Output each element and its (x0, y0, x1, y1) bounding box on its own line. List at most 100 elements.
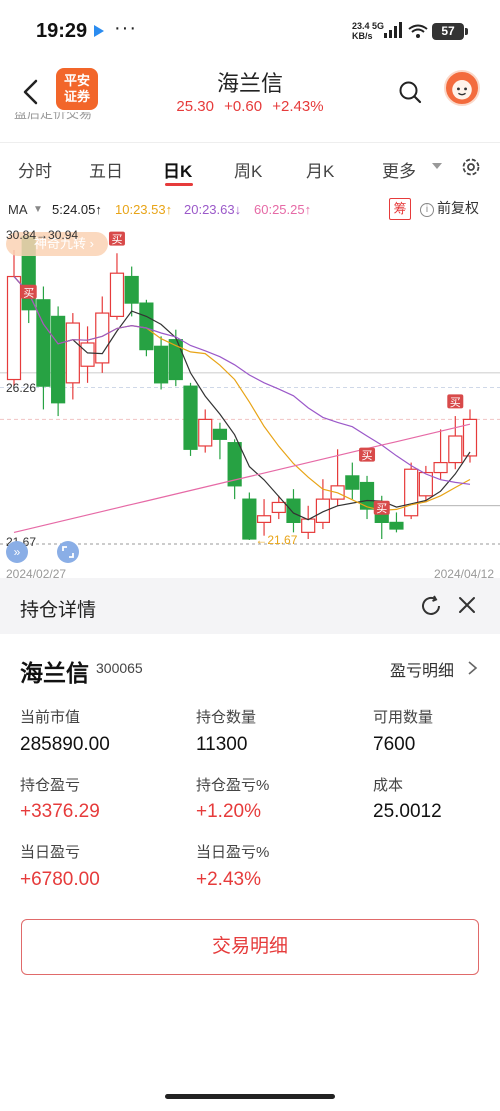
ma20-line (13, 276, 471, 485)
more-notifications-icon: ··· (114, 17, 137, 39)
metric-value-position-pnl: +3376.29 (20, 801, 100, 822)
ma-dropdown-icon[interactable]: ▼ (33, 204, 43, 215)
metric-label-position-pnl: 持仓盈亏 (20, 777, 81, 794)
buy-marker-label: 买 (23, 286, 34, 299)
holding-stock-code: 300065 (96, 660, 143, 676)
date-left-label: 2024/02/27 (6, 567, 66, 578)
metric-value-available: 7600 (373, 734, 416, 755)
buy-marker-label: 买 (376, 502, 387, 515)
metric-value-market-value: 285890.00 (20, 734, 110, 755)
candle-body (315, 498, 331, 523)
candle-body (271, 501, 286, 514)
tab-monthly-k[interactable]: 月K (306, 157, 334, 182)
candle-body (404, 468, 419, 517)
close-icon[interactable] (456, 594, 478, 616)
metric-label-position-pnl-pct: 持仓盈亏% (196, 777, 270, 794)
candle-body (242, 498, 257, 540)
home-indicator[interactable] (165, 1094, 335, 1099)
candle-body (80, 342, 95, 367)
holdings-title: 持仓详情 (20, 600, 97, 621)
status-time: 19:29 (36, 20, 88, 42)
ma60-line (13, 423, 471, 533)
candle-body (124, 275, 139, 304)
adjust-mode-label: 前复权 (437, 200, 479, 216)
metric-label-available: 可用数量 (373, 709, 434, 726)
candle-body (153, 345, 169, 384)
adjust-mode-button[interactable]: i 前复权 (420, 198, 479, 218)
chevron-right-icon[interactable] (467, 660, 478, 676)
candle-body (51, 315, 66, 404)
net-speed-value: 23.4 (352, 21, 370, 31)
signal-icon (384, 22, 404, 38)
dropdown-arrow-icon[interactable] (432, 163, 442, 169)
ma10-value: 10:23.53↑ (115, 202, 173, 217)
candle-body (433, 461, 448, 474)
metric-value-daily-pnl-pct: +2.43% (196, 869, 261, 890)
partial-notice: 盘后定价交易 (14, 112, 93, 121)
ma-label[interactable]: MA (8, 202, 28, 217)
metric-label-quantity: 持仓数量 (196, 709, 257, 726)
holding-stock-row: 海兰信 300065 盈亏明细 (0, 634, 500, 700)
buy-marker-label: 买 (362, 449, 373, 462)
period-tabs: 分时 五日 日K 周K 月K 更多 (0, 142, 500, 190)
candle-body (6, 275, 22, 381)
kline-svg: 买买买买买←21.672024/02/27 2024/04/12 (0, 231, 500, 578)
candle-body (183, 385, 198, 450)
candle-body (109, 272, 125, 317)
candle-body (139, 302, 154, 351)
wifi-icon (408, 24, 428, 38)
holdings-header: 持仓详情 (0, 578, 500, 634)
metric-value-daily-pnl: +6780.00 (20, 869, 100, 890)
tab-more[interactable]: 更多 (382, 157, 416, 182)
tab-daily-k[interactable]: 日K (163, 157, 192, 182)
date-right-label: 2024/04/12 (434, 567, 494, 578)
info-icon: i (420, 203, 434, 217)
candle-body (65, 322, 80, 384)
metric-value-position-pnl-pct: +1.20% (196, 801, 261, 822)
net-type: 5G (372, 21, 385, 31)
battery-icon: 57 (432, 23, 464, 40)
refresh-icon[interactable] (419, 594, 443, 618)
chip-distribution-button[interactable]: 筹 (389, 198, 411, 220)
candle-body (345, 475, 360, 490)
high-price-label: 30.84→30.94 (6, 228, 79, 242)
ma60-value: 60:25.25↑ (254, 202, 312, 217)
metric-value-quantity: 11300 (196, 734, 248, 755)
pnl-detail-link[interactable]: 盈亏明细 (390, 657, 454, 681)
candle-body (448, 435, 463, 464)
candle-body (286, 498, 301, 523)
network-speed: 23.4 5G KB/s (352, 21, 384, 41)
holding-stock-name: 海兰信 (20, 660, 89, 686)
play-store-icon (94, 25, 104, 37)
metric-value-cost: 25.0012 (373, 801, 442, 822)
status-bar: 19:29 ··· 23.4 5G KB/s 57 (0, 0, 500, 62)
search-icon[interactable] (398, 80, 422, 104)
tab-five-day[interactable]: 五日 (89, 157, 123, 182)
candle-body (198, 418, 213, 447)
quote-change-pct: +2.43% (272, 98, 324, 115)
candle-body (36, 299, 51, 387)
expand-icon[interactable] (57, 541, 79, 563)
candle-body (212, 428, 228, 440)
ma20-value: 20:23.63↓ (184, 202, 242, 217)
trade-detail-button[interactable]: 交易明细 (21, 919, 479, 975)
ma5-line (13, 276, 471, 521)
avatar[interactable] (444, 70, 480, 106)
gear-icon[interactable] (460, 156, 482, 178)
quote-change: +0.60 (224, 98, 263, 115)
kline-chart[interactable]: 买买买买买 ←21.67 2024/02/27 2024/04/12 (0, 222, 500, 578)
candle-body (301, 518, 316, 533)
metric-label-daily-pnl-pct: 当日盈亏% (196, 844, 270, 861)
candle-body (256, 515, 272, 523)
fast-forward-icon[interactable]: » (6, 541, 28, 563)
stock-title: 海兰信 (216, 71, 283, 96)
stock-header: 平安 证券 海兰信 25.30 +0.60 +2.43% (0, 62, 500, 118)
active-tab-underline (165, 183, 193, 186)
metric-label-daily-pnl: 当日盈亏 (20, 844, 81, 861)
buy-marker-label: 买 (111, 233, 122, 246)
buy-marker-label: 买 (450, 396, 461, 409)
mid-price-label: 26.26 (6, 381, 37, 395)
tab-intraday[interactable]: 分时 (18, 157, 52, 182)
net-speed-unit: KB/s (352, 31, 373, 41)
tab-weekly-k[interactable]: 周K (234, 157, 262, 182)
